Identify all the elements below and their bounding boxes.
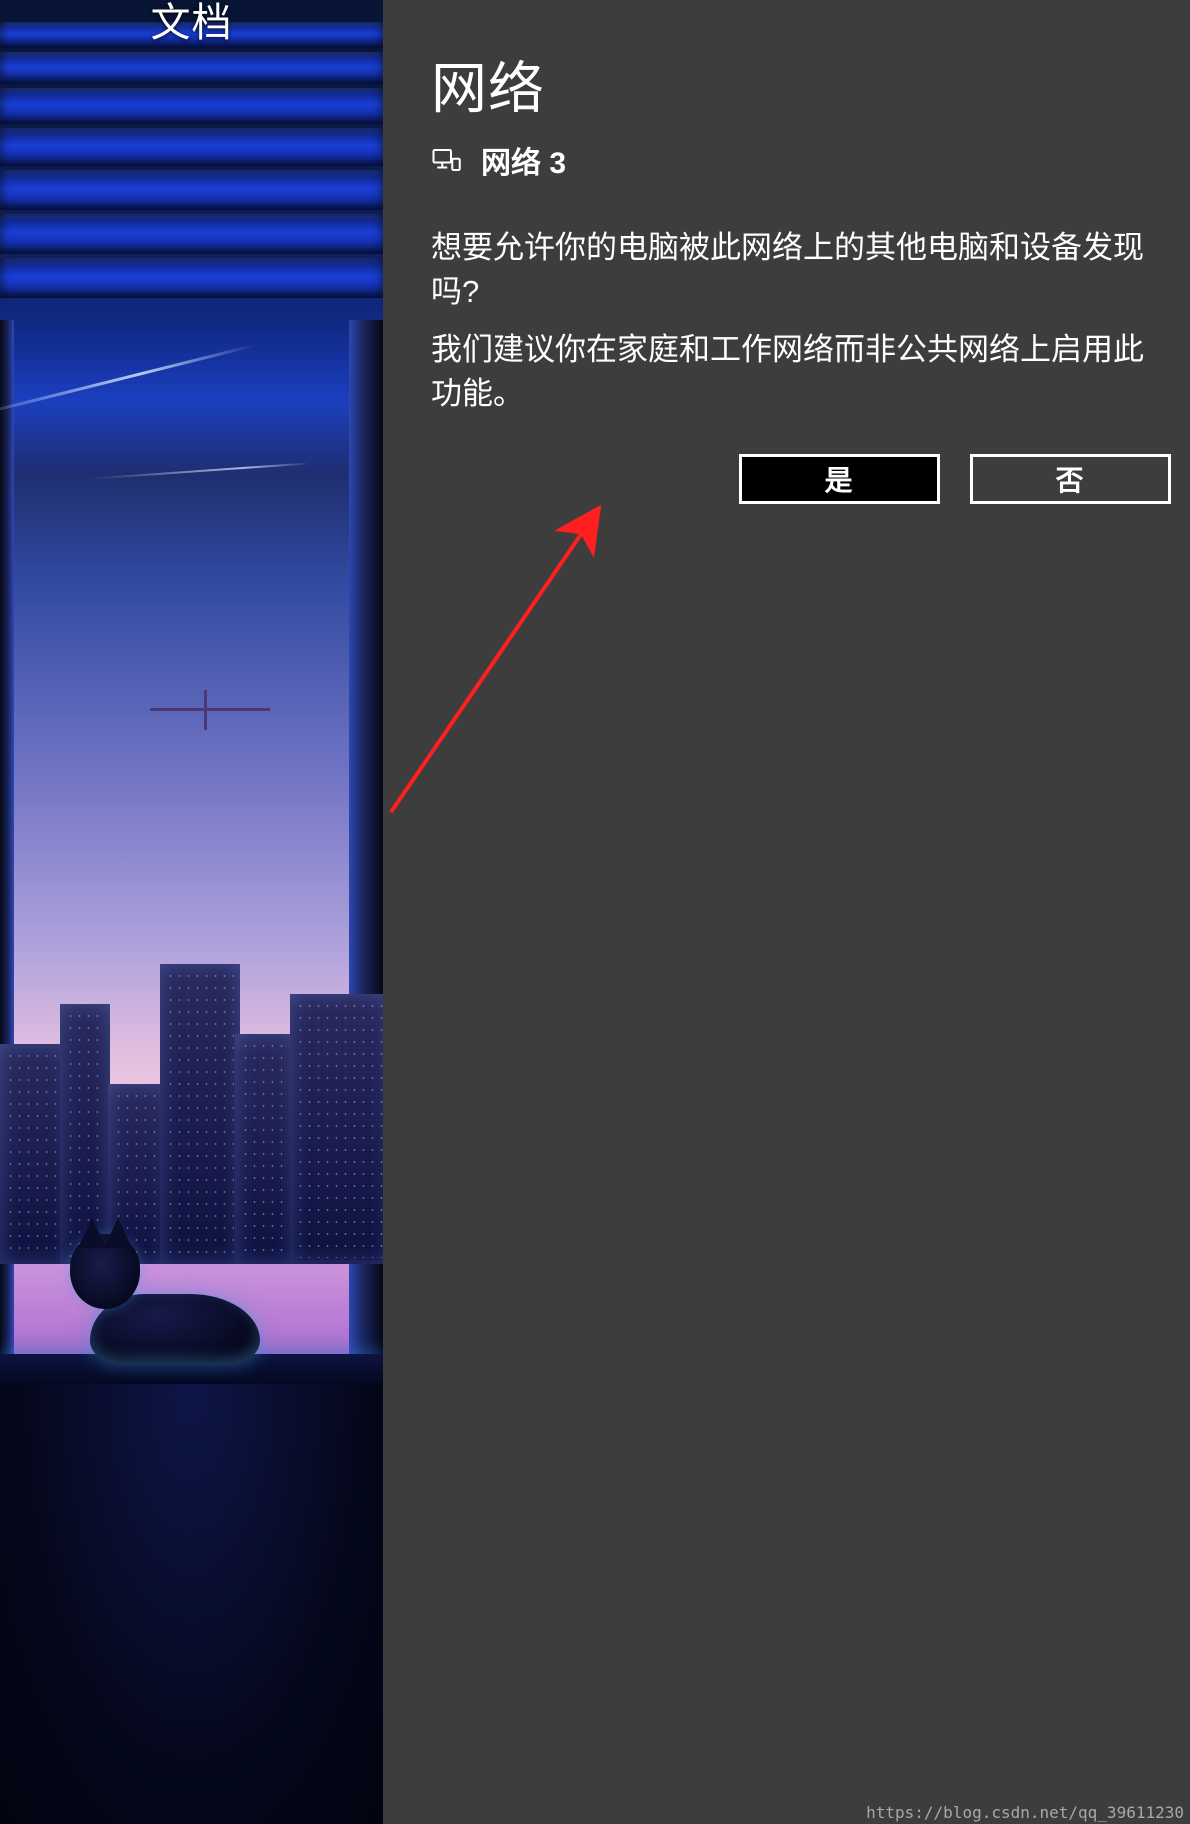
button-row: 是 否 bbox=[431, 454, 1171, 504]
wallpaper-blinds bbox=[0, 22, 383, 322]
desktop-folder-label[interactable]: 文档 bbox=[0, 0, 383, 46]
wallpaper-skyline bbox=[0, 964, 383, 1264]
wallpaper-shooting-star bbox=[0, 344, 256, 419]
network-flyout-panel: 网络 网络 3 想要允许你的电脑被此网络上的其他电脑和设备发现吗? 我们建议你在… bbox=[383, 0, 1190, 1824]
wallpaper-shooting-star bbox=[90, 462, 310, 479]
watermark-text: https://blog.csdn.net/qq_39611230 bbox=[866, 1803, 1184, 1822]
wallpaper-cat bbox=[60, 1224, 260, 1364]
panel-title: 网络 bbox=[431, 44, 545, 125]
no-button[interactable]: 否 bbox=[970, 454, 1171, 504]
screenshot-root: 文档 网络 网络 3 想要允许你的电脑被此网络上的其他电脑和设备发现吗? 我们建… bbox=[0, 0, 1190, 1824]
discovery-recommendation-text: 我们建议你在家庭和工作网络而非公共网络上启用此功能。 bbox=[431, 328, 1151, 416]
ethernet-icon bbox=[431, 145, 461, 175]
wallpaper-crane bbox=[150, 690, 270, 730]
desktop-wallpaper: 文档 bbox=[0, 0, 383, 1824]
network-item[interactable]: 网络 3 bbox=[431, 138, 566, 182]
discovery-question-text: 想要允许你的电脑被此网络上的其他电脑和设备发现吗? bbox=[431, 226, 1151, 314]
yes-button[interactable]: 是 bbox=[739, 454, 940, 504]
wallpaper-foreground bbox=[0, 1384, 383, 1824]
network-name: 网络 3 bbox=[481, 138, 566, 182]
